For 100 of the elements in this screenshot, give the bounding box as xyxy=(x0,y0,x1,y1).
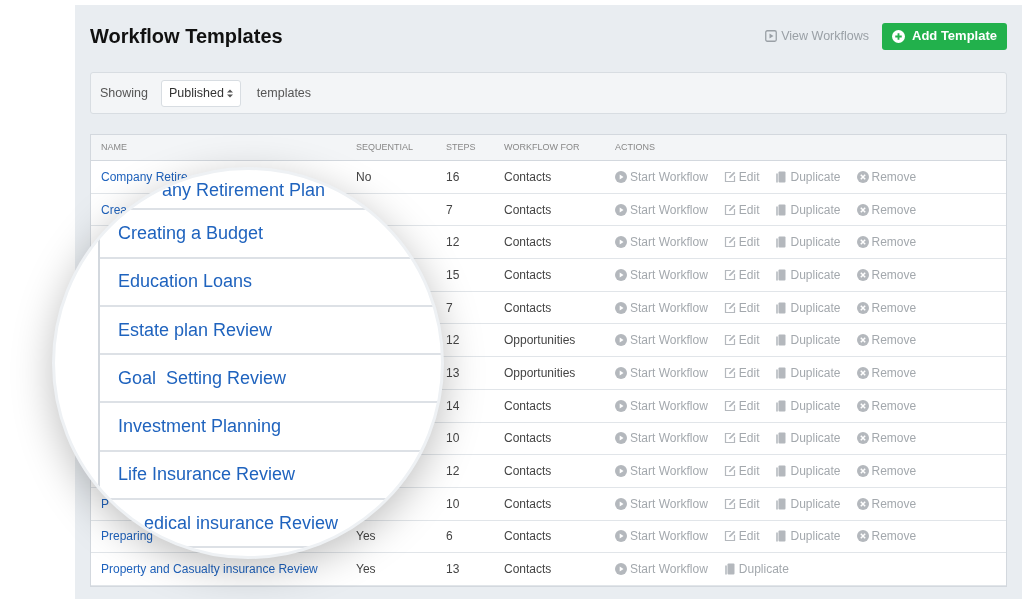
add-template-button[interactable]: Add Template xyxy=(882,22,1007,50)
template-link[interactable]: Creating a Budget xyxy=(118,219,264,247)
edit-link[interactable]: Edit xyxy=(723,331,760,350)
edit-link[interactable]: Edit xyxy=(723,429,760,448)
template-link[interactable]: Preparing xyxy=(101,529,154,544)
table-cell: Yes xyxy=(356,562,376,577)
filter-suffix: templates xyxy=(256,84,312,102)
table-cell: Contacts xyxy=(504,464,552,479)
start-link[interactable]: Start Workflow xyxy=(615,331,708,350)
copy-icon xyxy=(775,334,788,347)
edit-icon xyxy=(723,170,736,183)
start-link[interactable]: Start Workflow xyxy=(615,167,708,186)
table-cell: Yes xyxy=(356,529,376,544)
template-link[interactable]: Education Loans xyxy=(118,268,253,296)
edit-icon xyxy=(723,530,736,543)
play-circle-icon xyxy=(615,432,627,445)
table-cell: No xyxy=(356,169,372,184)
start-link[interactable]: Start Workflow xyxy=(615,429,708,448)
play-circle-icon xyxy=(615,170,627,183)
template-link[interactable]: Estate plan Review xyxy=(118,316,273,344)
duplicate-link[interactable]: Duplicate xyxy=(775,265,841,284)
copy-icon xyxy=(775,236,788,249)
duplicate-link[interactable]: Duplicate xyxy=(775,363,841,382)
table-cell: Opportunities xyxy=(504,365,576,380)
remove-link[interactable]: Remove xyxy=(856,265,917,284)
play-circle-icon xyxy=(615,530,627,543)
table-cell: 10 xyxy=(446,496,460,511)
status-select[interactable]: Published xyxy=(160,79,241,107)
edit-link[interactable]: Edit xyxy=(723,233,760,252)
duplicate-link[interactable]: Duplicate xyxy=(775,462,841,481)
remove-link[interactable]: Remove xyxy=(856,527,917,546)
view-workflows-link[interactable]: View Workflows xyxy=(765,26,869,46)
template-link[interactable]: Investment Planning xyxy=(118,413,282,441)
copy-icon xyxy=(775,170,788,183)
template-link[interactable]: P xyxy=(101,496,109,511)
start-link[interactable]: Start Workflow xyxy=(615,462,708,481)
edit-icon xyxy=(723,432,736,445)
duplicate-link[interactable]: Duplicate xyxy=(775,396,841,415)
duplicate-link[interactable]: Duplicate xyxy=(775,167,841,186)
start-link[interactable]: Start Workflow xyxy=(615,200,708,219)
edit-link[interactable]: Edit xyxy=(723,363,760,382)
remove-link[interactable]: Remove xyxy=(856,494,917,513)
duplicate-link[interactable]: Duplicate xyxy=(723,560,789,579)
edit-icon xyxy=(723,203,736,216)
play-circle-icon xyxy=(615,334,627,347)
remove-link[interactable]: Remove xyxy=(856,331,917,350)
remove-link[interactable]: Remove xyxy=(856,429,917,448)
duplicate-link[interactable]: Duplicate xyxy=(775,429,841,448)
start-link[interactable]: Start Workflow xyxy=(615,527,708,546)
copy-icon xyxy=(775,399,788,412)
template-link[interactable]: Life Insurance Review xyxy=(118,461,296,489)
remove-link[interactable]: Remove xyxy=(856,462,917,481)
remove-link[interactable]: Remove xyxy=(856,167,917,186)
column-header: WORKFLOW FOR xyxy=(504,141,580,152)
edit-icon xyxy=(723,236,736,249)
edit-link[interactable]: Edit xyxy=(723,527,760,546)
template-link[interactable]: Goal Setting Review xyxy=(118,364,287,392)
remove-icon xyxy=(856,465,869,478)
start-link[interactable]: Start Workflow xyxy=(615,363,708,382)
start-link[interactable]: Start Workflow xyxy=(615,233,708,252)
duplicate-link[interactable]: Duplicate xyxy=(775,527,841,546)
column-header: STEPS xyxy=(446,141,476,152)
edit-icon xyxy=(723,399,736,412)
edit-link[interactable]: Edit xyxy=(723,265,760,284)
start-link[interactable]: Start Workflow xyxy=(615,494,708,513)
edit-link[interactable]: Edit xyxy=(723,167,760,186)
duplicate-link[interactable]: Duplicate xyxy=(775,298,841,317)
start-link[interactable]: Start Workflow xyxy=(615,298,708,317)
remove-icon xyxy=(856,530,869,543)
duplicate-link[interactable]: Duplicate xyxy=(775,331,841,350)
table-cell: 13 xyxy=(446,365,460,380)
duplicate-link[interactable]: Duplicate xyxy=(775,233,841,252)
edit-link[interactable]: Edit xyxy=(723,298,760,317)
duplicate-link[interactable]: Duplicate xyxy=(775,494,841,513)
edit-link[interactable]: Edit xyxy=(723,494,760,513)
remove-icon xyxy=(856,268,869,281)
start-link[interactable]: Start Workflow xyxy=(615,265,708,284)
copy-icon xyxy=(775,530,788,543)
edit-link[interactable]: Edit xyxy=(723,396,760,415)
table-cell: Contacts xyxy=(504,235,552,250)
remove-link[interactable]: Remove xyxy=(856,200,917,219)
edit-link[interactable]: Edit xyxy=(723,200,760,219)
sort-arrows-icon xyxy=(226,88,233,98)
table-cell: Contacts xyxy=(504,398,552,413)
edit-link[interactable]: Edit xyxy=(723,462,760,481)
table-cell: Contacts xyxy=(504,300,552,315)
table-cell: Contacts xyxy=(504,267,552,282)
start-link[interactable]: Start Workflow xyxy=(615,396,708,415)
table-cell: 15 xyxy=(446,267,460,282)
remove-icon xyxy=(856,334,869,347)
remove-link[interactable]: Remove xyxy=(856,233,917,252)
table-cell: 13 xyxy=(446,562,460,577)
remove-icon xyxy=(856,203,869,216)
start-link[interactable]: Start Workflow xyxy=(615,560,708,579)
table-cell: Contacts xyxy=(504,529,552,544)
duplicate-link[interactable]: Duplicate xyxy=(775,200,841,219)
remove-link[interactable]: Remove xyxy=(856,396,917,415)
template-link[interactable]: Property and Casualty insurance Review xyxy=(101,562,318,577)
remove-link[interactable]: Remove xyxy=(856,298,917,317)
remove-link[interactable]: Remove xyxy=(856,363,917,382)
